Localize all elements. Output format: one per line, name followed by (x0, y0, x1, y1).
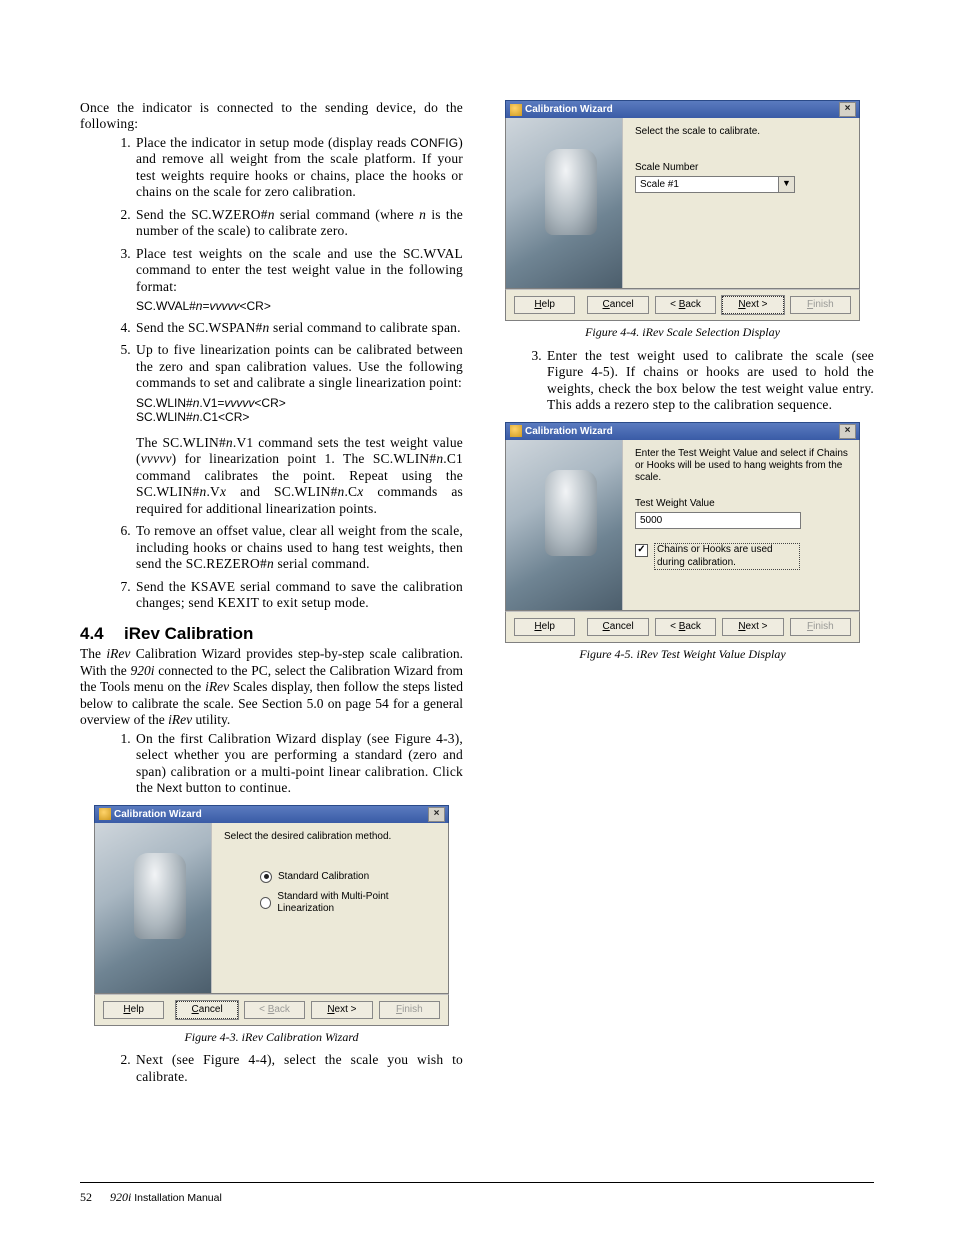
figure-4-4: Calibration Wizard × Select the scale to… (491, 100, 874, 340)
dialog-titlebar: Calibration Wizard × (505, 100, 860, 118)
section-heading: 4.4iRev Calibration (80, 624, 463, 645)
wizard-step-list-2: Next (see Figure 4-4), select the scale … (134, 1052, 463, 1085)
back-button[interactable]: < Back (655, 296, 716, 314)
wizard-step-2: Next (see Figure 4-4), select the scale … (134, 1052, 463, 1085)
step-2: Send the SC.WZERO#n serial command (wher… (134, 207, 463, 240)
checkbox-icon: ✓ (635, 544, 648, 557)
back-button: < Back (244, 1001, 305, 1019)
wizard-sidebar-image (95, 823, 212, 993)
test-weight-label: Test Weight Value (635, 498, 849, 510)
step-5: Up to five linearization points can be c… (134, 342, 463, 517)
app-icon (99, 808, 111, 820)
step-5-cmd1: SC.WLIN#n.V1=vvvvv<CR> (136, 396, 463, 411)
next-button[interactable]: Next > (311, 1001, 372, 1019)
step-3-cmd: SC.WVAL#n=vvvvv<CR> (136, 299, 463, 314)
wizard-prompt: Select the desired calibration method. (224, 831, 438, 843)
wizard-step-list-3: Enter the test weight used to calibrate … (545, 348, 874, 414)
close-icon[interactable]: × (839, 102, 856, 117)
wizard-step-list: On the first Calibration Wizard display … (134, 731, 463, 797)
step-1: Place the indicator in setup mode (displ… (134, 135, 463, 201)
finish-button: Finish (790, 296, 851, 314)
two-column-content: Once the indicator is connected to the s… (80, 100, 874, 1145)
app-icon (510, 104, 522, 116)
footer-rule (80, 1182, 874, 1183)
close-icon[interactable]: × (428, 807, 445, 822)
step-6: To remove an offset value, clear all wei… (134, 523, 463, 572)
dialog-title: Calibration Wizard (525, 423, 839, 440)
step-7: Send the KSAVE serial command to save th… (134, 579, 463, 612)
radio-standard[interactable]: Standard Calibration (260, 871, 438, 883)
cancel-button[interactable]: Cancel (587, 618, 648, 636)
help-button[interactable]: Help (103, 1001, 164, 1019)
step-3: Place test weights on the scale and use … (134, 246, 463, 314)
page-footer: 52 920i Installation Manual (80, 1190, 222, 1205)
figure-4-5: Calibration Wizard × Enter the Test Weig… (491, 422, 874, 662)
scale-number-dropdown[interactable]: Scale #1 ▼ (635, 176, 795, 193)
checkbox-label: Chains or Hooks are used during calibrat… (654, 543, 800, 569)
next-button[interactable]: Next > (722, 296, 783, 314)
wizard-step-3: Enter the test weight used to calibrate … (545, 348, 874, 414)
next-button[interactable]: Next > (722, 618, 783, 636)
wizard-sidebar-image (506, 440, 623, 610)
figure-caption: Figure 4-4. iRev Scale Selection Display (491, 325, 874, 340)
step-5-cmd2: SC.WLIN#n.C1<CR> (136, 410, 463, 425)
step-5-after: The SC.WLIN#n.V1 command sets the test w… (136, 435, 463, 517)
dropdown-value: Scale #1 (635, 176, 779, 193)
chevron-down-icon: ▼ (779, 176, 795, 193)
dialog-button-row: Help Cancel < Back Next > Finish (94, 994, 449, 1026)
dialog-title: Calibration Wizard (114, 806, 428, 823)
chains-hooks-checkbox[interactable]: ✓ Chains or Hooks are used during calibr… (635, 543, 849, 569)
section-intro: The iRev Calibration Wizard provides ste… (80, 646, 463, 728)
wizard-dialog-3: Calibration Wizard × Enter the Test Weig… (505, 422, 860, 643)
doc-title: 920i (110, 1190, 131, 1204)
page: Once the indicator is connected to the s… (0, 0, 954, 1235)
procedure-list: Place the indicator in setup mode (displ… (134, 135, 463, 612)
help-button[interactable]: Help (514, 296, 575, 314)
cancel-button[interactable]: Cancel (176, 1001, 237, 1019)
wizard-dialog-2: Calibration Wizard × Select the scale to… (505, 100, 860, 321)
figure-caption: Figure 4-5. iRev Test Weight Value Displ… (491, 647, 874, 662)
dialog-titlebar: Calibration Wizard × (94, 805, 449, 823)
wizard-prompt: Enter the Test Weight Value and select i… (635, 448, 849, 485)
wizard-step-1: On the first Calibration Wizard display … (134, 731, 463, 797)
app-icon (510, 425, 522, 437)
wizard-sidebar-image (506, 118, 623, 288)
figure-caption: Figure 4-3. iRev Calibration Wizard (80, 1030, 463, 1045)
cancel-button[interactable]: Cancel (587, 296, 648, 314)
wizard-prompt: Select the scale to calibrate. (635, 126, 849, 138)
radio-multipoint[interactable]: Standard with Multi-Point Linearization (260, 891, 438, 915)
close-icon[interactable]: × (839, 424, 856, 439)
help-button[interactable]: Help (514, 618, 575, 636)
dialog-button-row: Help Cancel < Back Next > Finish (505, 611, 860, 643)
finish-button: Finish (379, 1001, 440, 1019)
finish-button: Finish (790, 618, 851, 636)
step-4: Send the SC.WSPAN#n serial command to ca… (134, 320, 463, 336)
dialog-title: Calibration Wizard (525, 101, 839, 118)
intro-paragraph: Once the indicator is connected to the s… (80, 100, 463, 133)
radio-icon (260, 897, 271, 909)
wizard-dialog-1: Calibration Wizard × Select the desired … (94, 805, 449, 1026)
dialog-button-row: Help Cancel < Back Next > Finish (505, 289, 860, 321)
back-button[interactable]: < Back (655, 618, 716, 636)
scale-number-label: Scale Number (635, 162, 849, 174)
figure-4-3: Calibration Wizard × Select the desired … (80, 805, 463, 1045)
test-weight-input[interactable]: 5000 (635, 512, 801, 529)
page-number: 52 (80, 1190, 92, 1204)
radio-icon (260, 871, 272, 883)
dialog-titlebar: Calibration Wizard × (505, 422, 860, 440)
